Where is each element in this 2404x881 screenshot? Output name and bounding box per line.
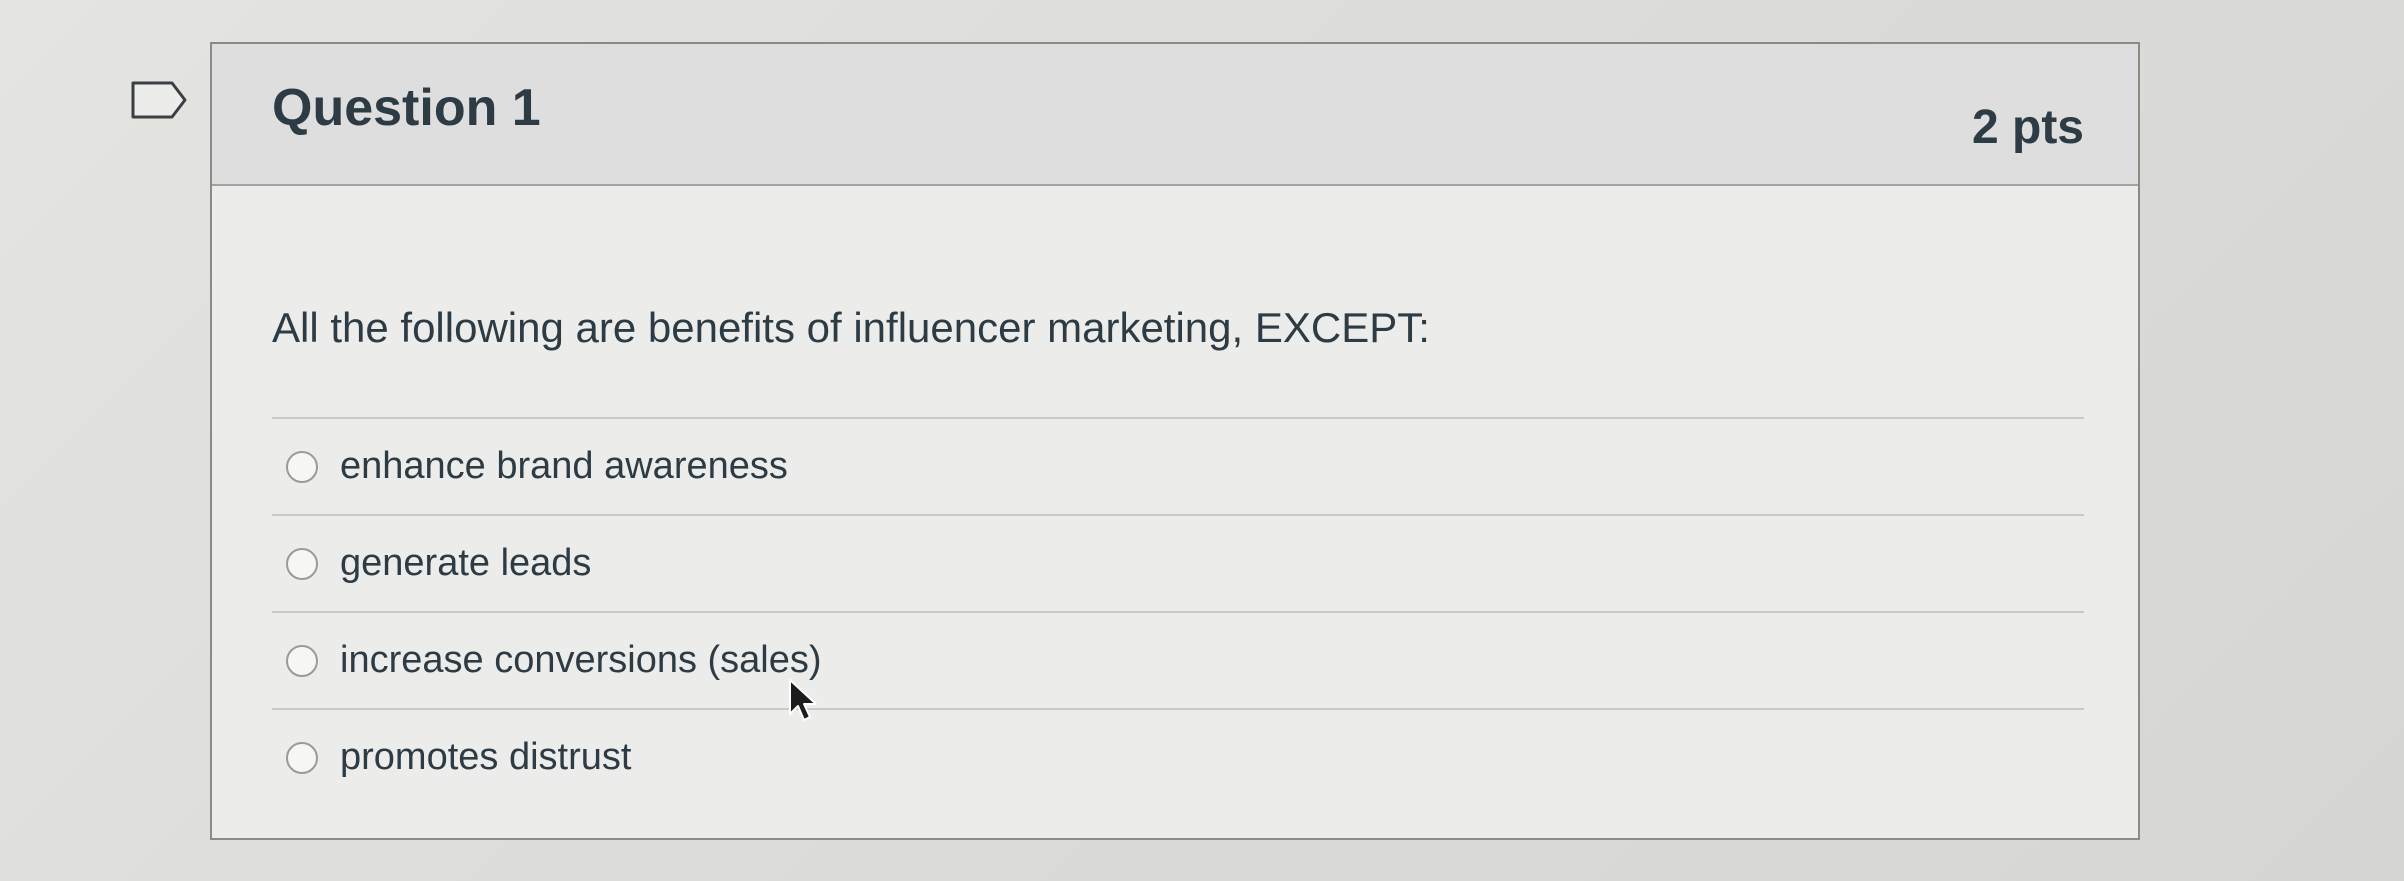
mouse-pointer-icon xyxy=(789,679,817,721)
radio-button[interactable] xyxy=(286,741,318,774)
question-points: 2 pts xyxy=(1971,101,2084,154)
answer-option[interactable]: enhance brand awareness xyxy=(272,419,2084,516)
answer-option[interactable]: generate leads xyxy=(272,516,2084,613)
flag-question-icon[interactable] xyxy=(130,80,188,120)
question-title: Question 1 xyxy=(272,79,541,137)
question-card: Question 1 2 pts All the following are b… xyxy=(210,42,2140,840)
answer-label[interactable]: increase conversions (sales) xyxy=(340,639,822,682)
question-text: All the following are benefits of influe… xyxy=(272,304,1430,351)
answer-list: enhance brand awareness generate leads i… xyxy=(272,417,2084,805)
radio-button[interactable] xyxy=(286,547,318,580)
answer-option[interactable]: promotes distrust xyxy=(272,710,2084,805)
radio-button[interactable] xyxy=(286,644,318,677)
answer-label[interactable]: enhance brand awareness xyxy=(340,445,788,488)
answer-label[interactable]: promotes distrust xyxy=(340,736,631,779)
answer-option[interactable]: increase conversions (sales) xyxy=(272,613,2084,710)
question-header: Question 1 2 pts xyxy=(212,44,2138,186)
radio-button[interactable] xyxy=(286,450,318,483)
answer-label[interactable]: generate leads xyxy=(340,542,591,585)
